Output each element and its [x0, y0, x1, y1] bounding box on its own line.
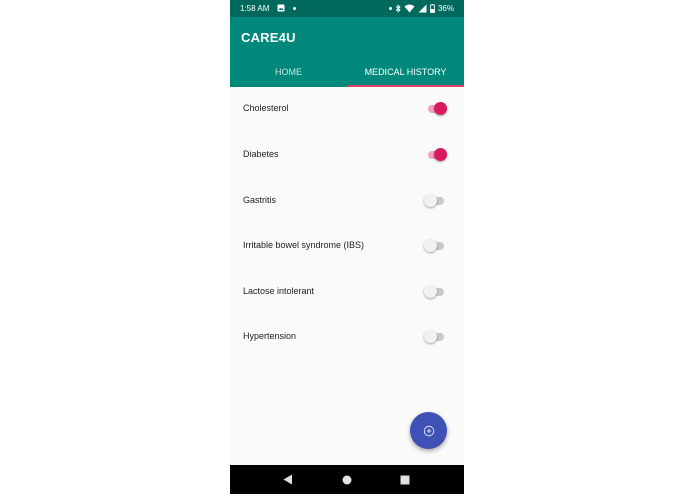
list-item-gastritis: Gastritis	[230, 191, 464, 211]
tab-bar: HOME MEDICAL HISTORY	[230, 61, 464, 87]
status-time: 1:58 AM	[240, 4, 270, 13]
home-icon	[342, 475, 352, 484]
notification-dot-icon	[293, 7, 296, 10]
tab-home[interactable]: HOME	[230, 61, 347, 87]
cholesterol-switch[interactable]	[426, 101, 447, 117]
status-icons: 36%	[388, 4, 454, 13]
home-button[interactable]	[327, 465, 367, 494]
list-item-hypertension: Hypertension	[230, 327, 464, 347]
list-item-lactose-intolerant: Lactose intolerant	[230, 282, 464, 302]
switch-thumb	[424, 194, 437, 207]
switch-thumb	[424, 330, 437, 343]
recents-icon	[400, 475, 410, 484]
tab-home-label: HOME	[275, 67, 302, 77]
gastritis-switch[interactable]	[424, 193, 446, 209]
wifi-icon	[404, 4, 415, 13]
dot-icon	[388, 7, 392, 10]
list-item-cholesterol: Cholesterol	[230, 99, 464, 119]
battery-icon	[430, 4, 435, 13]
list-item-ibs: Irritable bowel syndrome (IBS)	[230, 236, 464, 256]
add-condition-button[interactable]	[410, 412, 447, 449]
lactose-intolerant-switch[interactable]	[424, 284, 446, 300]
add-circle-icon	[423, 425, 434, 436]
condition-label: Cholesterol	[243, 103, 289, 113]
status-bar: 1:58 AM 36%	[230, 0, 464, 17]
switch-thumb	[424, 239, 437, 252]
switch-thumb	[434, 148, 447, 161]
back-icon	[283, 474, 292, 485]
app-bar: CARE4U HOME MEDICAL HISTORY	[230, 17, 464, 87]
switch-thumb	[434, 102, 447, 115]
condition-label: Hypertension	[243, 331, 297, 341]
list-item-diabetes: Diabetes	[230, 145, 464, 165]
switch-thumb	[424, 285, 437, 298]
condition-label: Irritable bowel syndrome (IBS)	[243, 240, 365, 250]
bluetooth-icon	[395, 4, 401, 13]
condition-label: Diabetes	[243, 149, 279, 159]
diabetes-switch[interactable]	[426, 147, 447, 163]
tab-medical-history-label: MEDICAL HISTORY	[364, 67, 447, 77]
battery-percent: 36%	[437, 4, 454, 13]
condition-label: Gastritis	[243, 195, 277, 205]
signal-icon	[418, 4, 427, 13]
system-nav-bar	[230, 465, 464, 494]
phone-screen: 1:58 AM 36% CARE4U HOME MEDICAL HISTORY …	[230, 0, 464, 494]
recents-button[interactable]	[385, 465, 425, 494]
ibs-switch[interactable]	[424, 238, 446, 254]
image-icon	[277, 4, 285, 12]
hypertension-switch[interactable]	[424, 329, 446, 345]
condition-label: Lactose intolerant	[243, 286, 315, 296]
tab-indicator	[347, 85, 464, 87]
tab-medical-history[interactable]: MEDICAL HISTORY	[347, 61, 464, 87]
back-button[interactable]	[268, 465, 308, 494]
app-title: CARE4U	[241, 30, 296, 45]
